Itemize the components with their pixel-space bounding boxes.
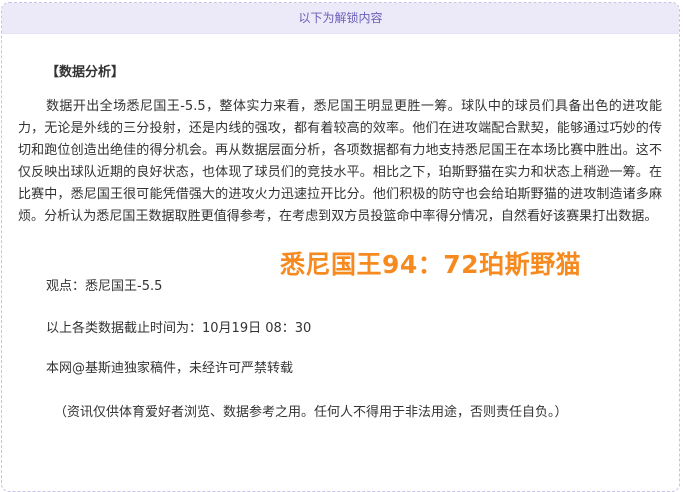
analysis-paragraph: 数据开出全场悉尼国王-5.5，整体实力来看，悉尼国王明显更胜一筹。球队中的球员们… (18, 99, 662, 224)
unlock-banner: 以下为解锁内容 (2, 3, 679, 34)
unlocked-content-card: 以下为解锁内容 【数据分析】 数据开出全场悉尼国王-5.5，整体实力来看，悉尼国… (1, 2, 680, 492)
section-heading: 【数据分析】 (46, 65, 125, 80)
disclaimer-notice: （资讯仅供体育爱好者浏览、数据参考之用。任何人不得用于非法用途，否则责任自负。） (54, 405, 568, 420)
deadline-line: 以上各类数据截止时间为：10月19日 08：30 (46, 321, 312, 336)
score-overlay: 悉尼国王94：72珀斯野猫 (280, 250, 582, 279)
copyright-notice: 本网@基斯迪独家稿件，未经许可严禁转载 (46, 361, 294, 376)
viewpoint-line: 观点：悉尼国王-5.5 (46, 279, 163, 294)
